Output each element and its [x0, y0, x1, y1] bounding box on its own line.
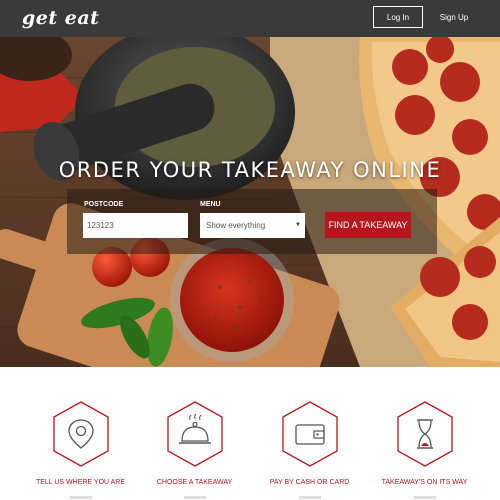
- step-divider: [414, 496, 436, 499]
- brand-logo[interactable]: get eat: [22, 7, 99, 29]
- step-label: CHOOSE A TAKEAWAY: [156, 479, 233, 486]
- step-delivery: TAKEAWAY'S ON ITS WAY: [362, 367, 487, 500]
- step-location: TELL US WHERE YOU ARE: [18, 367, 143, 500]
- postcode-label: POSTCODE: [84, 201, 124, 208]
- top-navbar: get eat Log In Sign Up: [0, 0, 500, 37]
- step-divider: [299, 496, 321, 499]
- step-label: TAKEAWAY'S ON ITS WAY: [381, 479, 468, 486]
- step-divider: [70, 496, 92, 499]
- hourglass-icon: [397, 401, 453, 467]
- hero-section: ORDER YOUR TAKEAWAY ONLINE POSTCODE MENU…: [0, 37, 500, 367]
- step-pay: PAY BY CASH OR CARD: [247, 367, 372, 500]
- login-button[interactable]: Log In: [373, 6, 423, 28]
- food-cloche-icon: [167, 401, 223, 467]
- chevron-down-icon: ▼: [295, 222, 301, 228]
- menu-select-value: Show everything: [206, 221, 266, 230]
- hero-title: ORDER YOUR TAKEAWAY ONLINE: [58, 158, 442, 182]
- step-divider: [184, 496, 206, 499]
- search-form: POSTCODE MENU 123123 Show everything ▼ F…: [67, 189, 437, 254]
- step-choose: CHOOSE A TAKEAWAY: [132, 367, 257, 500]
- find-takeaway-button[interactable]: FIND A TAKEAWAY: [325, 212, 411, 238]
- signup-link[interactable]: Sign Up: [434, 6, 474, 28]
- how-it-works-steps: TELL US WHERE YOU ARE CHOOSE A TAKEAWAY …: [0, 367, 500, 500]
- step-label: TELL US WHERE YOU ARE: [35, 479, 126, 486]
- location-pin-icon: [53, 401, 109, 467]
- menu-select[interactable]: Show everything ▼: [200, 213, 305, 238]
- menu-label: MENU: [200, 201, 221, 208]
- wallet-icon: [282, 401, 338, 467]
- step-label: PAY BY CASH OR CARD: [269, 479, 350, 486]
- postcode-input[interactable]: 123123: [83, 213, 188, 238]
